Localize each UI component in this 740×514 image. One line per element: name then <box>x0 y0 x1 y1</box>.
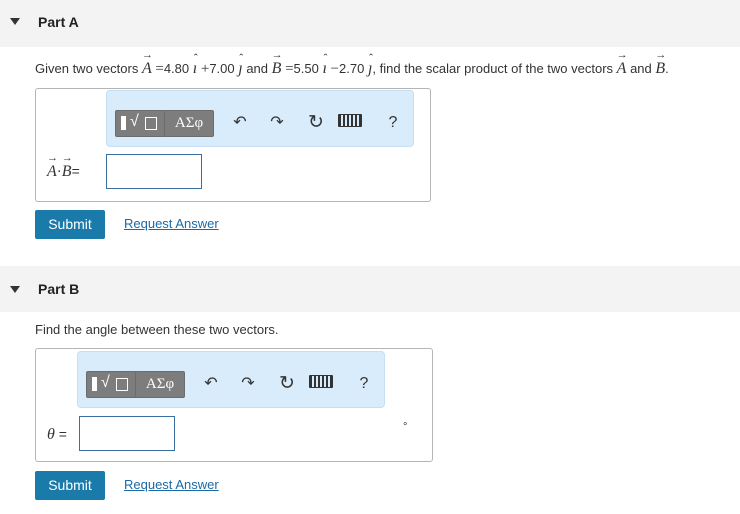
help-icon[interactable]: ? <box>380 110 406 136</box>
angle-input[interactable] <box>79 416 175 451</box>
degree-unit: ° <box>403 421 408 433</box>
part-b-title: Part B <box>38 281 80 297</box>
part-b-question: Find the angle between these two vectors… <box>35 322 279 337</box>
part-b-request-answer-link[interactable]: Request Answer <box>124 477 219 492</box>
sqrt-icon: √ <box>101 374 110 391</box>
collapse-caret-icon[interactable] <box>10 286 20 293</box>
part-a-header[interactable]: Part A <box>0 0 740 47</box>
and-text: and <box>630 61 652 76</box>
redo-icon[interactable]: ↷ <box>235 371 261 397</box>
reset-icon[interactable]: ↻ <box>303 110 329 136</box>
undo-icon[interactable]: ↶ <box>227 110 253 136</box>
block-icon <box>92 377 97 391</box>
templates-button[interactable]: √ <box>115 110 166 137</box>
equals-sign: = <box>58 426 67 442</box>
greek-symbols-button[interactable]: ΑΣφ <box>135 371 185 398</box>
reset-icon[interactable]: ↻ <box>274 371 300 397</box>
keyboard-icon[interactable] <box>338 114 362 127</box>
and-text: and <box>246 61 269 76</box>
help-icon[interactable]: ? <box>351 371 377 397</box>
part-a-submit-button[interactable]: Submit <box>35 210 105 239</box>
math-toolbar: √ ΑΣφ ↶ ↷ ↻ ? <box>77 351 385 408</box>
vector-b-symbol: B <box>272 49 283 78</box>
minus-sign: − <box>330 61 340 77</box>
redo-icon[interactable]: ↷ <box>264 110 290 136</box>
equals-sign: = <box>71 163 80 179</box>
vector-a-symbol: A <box>142 49 153 78</box>
math-toolbar: √ ΑΣφ ↶ ↷ ↻ ? <box>106 90 414 147</box>
b-x-value: 5.50 <box>293 61 319 76</box>
templates-button[interactable]: √ <box>86 371 137 398</box>
part-b-answer-box: √ ΑΣφ ↶ ↷ ↻ ? θ = ° <box>35 348 433 462</box>
undo-icon[interactable]: ↶ <box>198 371 224 397</box>
part-a-answer-box: √ ΑΣφ ↶ ↷ ↻ ? A·B= <box>35 88 431 202</box>
keyboard-icon[interactable] <box>309 375 333 388</box>
b-y-value: 2.70 <box>339 61 365 76</box>
part-b-submit-button[interactable]: Submit <box>35 471 105 500</box>
unit-j-symbol: ȷ <box>238 51 244 78</box>
vector-a-symbol: A <box>617 49 628 78</box>
unit-j-symbol: ȷ <box>368 51 374 78</box>
part-a-request-answer-link[interactable]: Request Answer <box>124 216 219 231</box>
dot-product-label: A·B= <box>47 152 80 181</box>
equals-sign: = <box>285 61 294 77</box>
theta-symbol: θ <box>47 426 55 443</box>
block-icon <box>121 116 126 130</box>
part-b-header[interactable]: Part B <box>0 266 740 312</box>
vector-b-symbol: B <box>62 152 73 181</box>
unit-i-symbol: ı <box>193 51 199 78</box>
vector-b-symbol: B <box>655 49 666 78</box>
box-icon <box>116 378 128 391</box>
question-text: Given two vectors <box>35 61 139 76</box>
sqrt-icon: √ <box>130 113 139 130</box>
a-y-value: 7.00 <box>209 61 235 76</box>
unit-i-symbol: ı <box>322 51 328 78</box>
part-a-title: Part A <box>38 14 79 30</box>
greek-symbols-button[interactable]: ΑΣφ <box>164 110 214 137</box>
part-a-question: Given two vectors A =4.80 ı +7.00 ȷ and … <box>35 49 669 78</box>
dot-product-input[interactable] <box>106 154 202 189</box>
a-x-value: 4.80 <box>163 61 190 76</box>
question-suffix: , find the scalar product of the two vec… <box>372 61 614 76</box>
equals-sign: = <box>155 61 164 77</box>
collapse-caret-icon[interactable] <box>10 18 20 25</box>
box-icon <box>145 117 157 130</box>
period: . <box>665 61 669 76</box>
vector-a-symbol: A <box>47 152 58 181</box>
angle-label: θ = <box>47 426 67 444</box>
